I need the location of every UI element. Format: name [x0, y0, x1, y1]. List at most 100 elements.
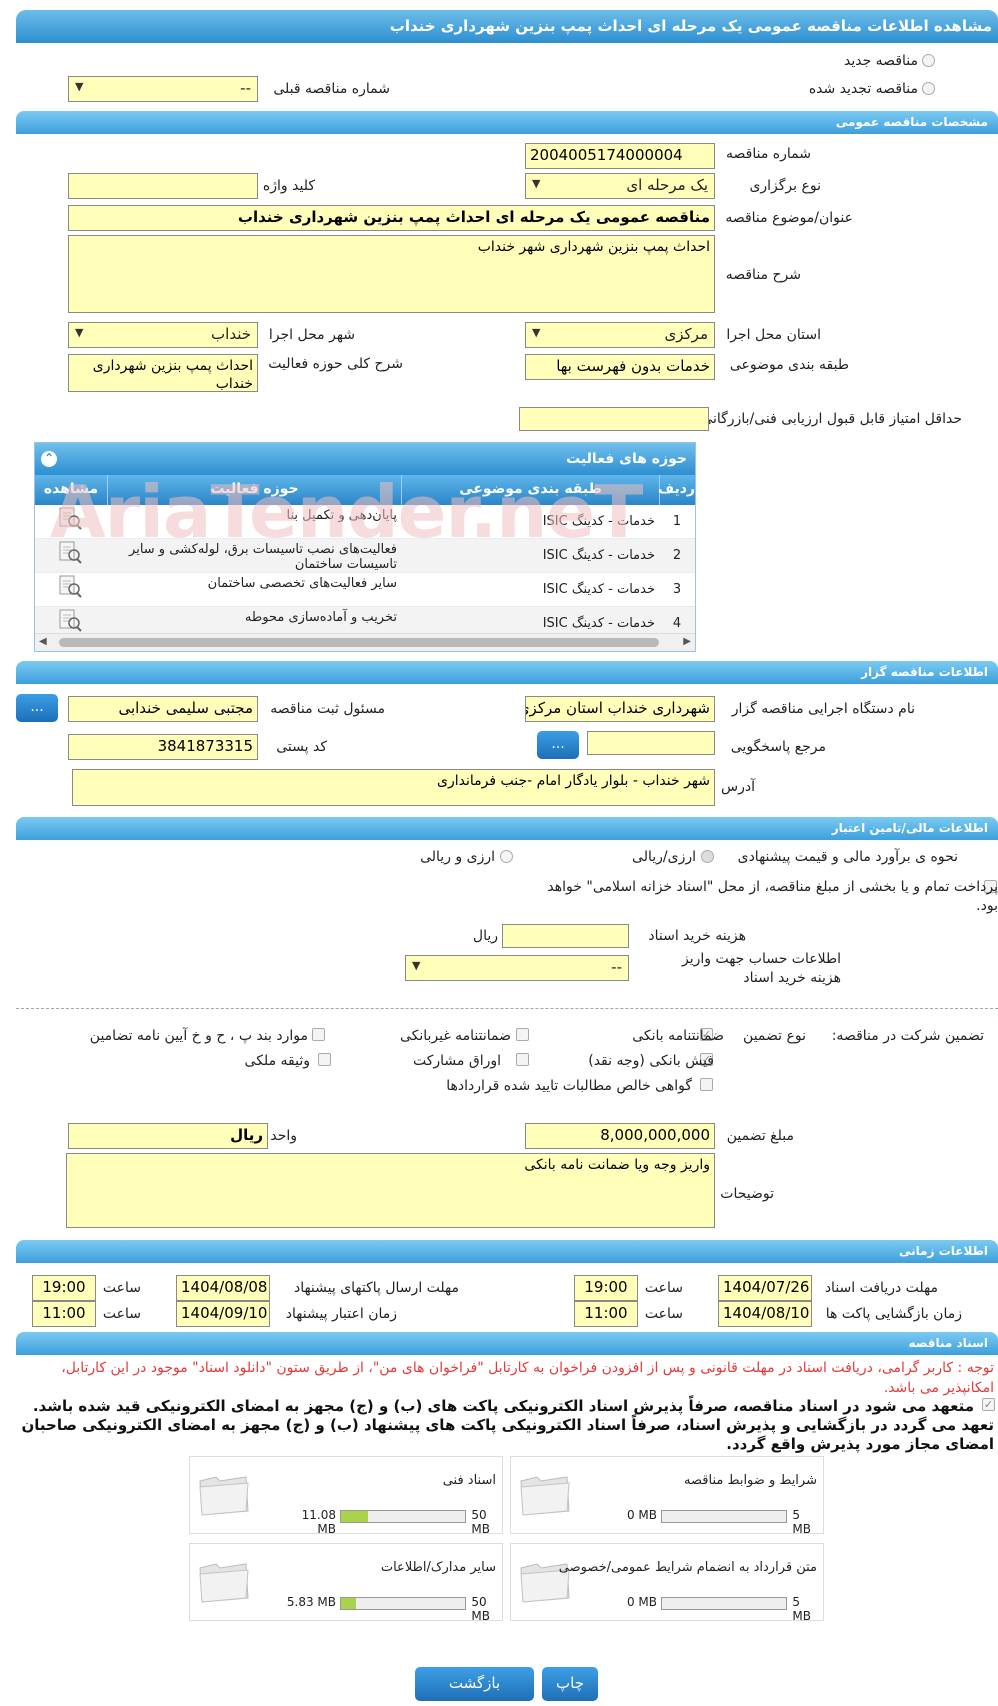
open-time-field[interactable]: 11:00 [574, 1301, 638, 1327]
city-select[interactable]: خنداب ▼ [68, 322, 258, 348]
doc-tile[interactable]: سایر مدارک/اطلاعات 5.83 MB 50 MB [189, 1543, 503, 1623]
send-time-field[interactable]: 19:00 [32, 1275, 96, 1301]
new-tender-radio[interactable] [922, 54, 935, 67]
guarantee-amount-label: مبلغ تضمین [726, 1128, 794, 1144]
receive-time-field[interactable]: 19:00 [574, 1275, 638, 1301]
doc-tile[interactable]: متن قرارداد به انضمام شرایط عمومی/خصوصی 0… [510, 1543, 824, 1623]
treasury-text: پرداخت تمام و یا بخشی از مبلغ مناقصه، از… [547, 879, 998, 914]
bank-receipt-label: فیش بانکی (وجه نقد) [588, 1053, 714, 1069]
doc-name: متن قرارداد به انضمام شرایط عمومی/خصوصی [558, 1560, 817, 1575]
grid-scrollbar[interactable]: ◀ ▶ [35, 633, 695, 651]
tender-number-field[interactable]: 2004005174000004 [525, 143, 715, 169]
non-bank-guarantee-checkbox[interactable] [516, 1028, 529, 1041]
row-number: 2 [672, 548, 682, 563]
doc-name: اسناد فنی [442, 1473, 496, 1488]
scope-field[interactable]: احداث پمپ بنزین شهرداری خنداب [68, 354, 258, 392]
province-label: استان محل اجرا [726, 327, 821, 343]
send-time-label: ساعت [102, 1280, 141, 1296]
organizer-name-field[interactable]: شهرداری خنداب استان مرکزی [525, 696, 715, 722]
registrar-lookup-button[interactable]: ... [16, 694, 58, 722]
doc-usage-fill [341, 1511, 369, 1522]
account-select[interactable]: -- ▼ [405, 955, 629, 981]
doc-max: 5 MB [792, 1595, 811, 1623]
view-icon[interactable] [45, 539, 95, 573]
prev-tender-select[interactable]: -- ▼ [68, 76, 258, 102]
keyword-field[interactable] [68, 173, 258, 199]
property-bond-checkbox[interactable] [318, 1053, 331, 1066]
scroll-left-icon[interactable]: ◀ [39, 636, 47, 647]
col-field: حوزه فعالیت [107, 475, 401, 505]
both-option-radio[interactable] [500, 850, 513, 863]
holding-type-select[interactable]: یک مرحله ای ▼ [525, 173, 715, 199]
address-label: آدرس [721, 779, 755, 795]
activities-grid-body: 1 خدمات - کدینگ ISIC پایان‌دهی و تکمیل بنا… [35, 505, 695, 641]
non-bank-guarantee-label: ضمانتنامه غیربانکی [399, 1028, 511, 1044]
open-date-field[interactable]: 1404/08/10 [718, 1301, 812, 1327]
tender-number-label: شماره مناقصه [726, 146, 811, 162]
address-field[interactable]: شهر خنداب - بلوار یادگار امام -جنب فرمان… [72, 769, 715, 806]
registrar-field[interactable]: مجتبی سلیمی خندابی [68, 696, 258, 722]
province-select[interactable]: مرکزی ▼ [525, 322, 715, 348]
activities-grid: حوزه های فعالیت ⌃ ردیف طبقه بندی موضوعی … [34, 442, 696, 652]
collapse-icon[interactable]: ⌃ [41, 451, 57, 467]
clauses-label: موارد بند پ ، ح و خ آیین نامه تضامین [89, 1028, 308, 1044]
validity-date-field[interactable]: 1404/09/10 [176, 1301, 270, 1327]
doc-name: سایر مدارک/اطلاعات [380, 1560, 496, 1575]
validity-label: زمان اعتبار پیشنهاد [285, 1306, 397, 1322]
guarantee-type-label: نوع تضمین [743, 1028, 806, 1044]
reference-lookup-button[interactable]: ... [537, 731, 579, 759]
doc-tile[interactable]: شرایط و ضوابط مناقصه 0 MB 5 MB [510, 1456, 824, 1536]
doc-max: 5 MB [792, 1508, 811, 1536]
view-icon[interactable] [45, 505, 95, 539]
subject-field[interactable]: مناقصه عمومی یک مرحله ای احداث پمپ بنزین… [68, 205, 715, 231]
back-button[interactable]: بازگشت [415, 1667, 534, 1701]
description-field[interactable]: احداث پمپ بنزین شهرداری شهر خنداب [68, 235, 715, 313]
rial-option-radio[interactable] [701, 850, 714, 863]
notes-field[interactable]: واریز وجه ویا ضمانت نامه بانکی [66, 1153, 715, 1228]
scroll-right-icon[interactable]: ▶ [683, 636, 691, 647]
doc-tile[interactable]: اسناد فنی 11.08 MB 50 MB [189, 1456, 503, 1536]
receive-time-label: ساعت [644, 1280, 683, 1296]
participation-bonds-checkbox[interactable] [516, 1053, 529, 1066]
folder-icon [520, 1476, 570, 1516]
prev-tender-label: شماره مناقصه قبلی [273, 81, 390, 97]
category-field[interactable]: خدمات بدون فهرست بها [525, 354, 715, 380]
doc-usage-bar [340, 1510, 466, 1523]
row-number: 1 [672, 514, 682, 529]
row-field: فعالیت‌های نصب تاسیسات برق، لوله‌کشی و س… [129, 542, 397, 572]
contract-claims-checkbox[interactable] [700, 1078, 713, 1091]
scroll-thumb[interactable] [59, 638, 659, 647]
estimate-label: نحوه ی برآورد مالی و قیمت پیشنهادی [737, 849, 958, 865]
folder-icon [199, 1563, 249, 1603]
col-view: مشاهده [43, 481, 99, 497]
col-row: ردیف [658, 475, 695, 505]
min-score-field[interactable] [519, 407, 709, 431]
subject-label: عنوان/موضوع مناقصه [725, 210, 853, 226]
doc-used: 0 MB [626, 1595, 657, 1609]
view-icon[interactable] [45, 573, 95, 607]
reference-field[interactable] [587, 731, 715, 755]
page-title: مشاهده اطلاعات مناقصه عمومی یک مرحله ای … [16, 10, 998, 43]
postal-code-field[interactable]: 3841873315 [68, 734, 258, 760]
doc-name: شرایط و ضوابط مناقصه [684, 1473, 817, 1488]
row-category: خدمات - کدینگ ISIC [542, 548, 655, 563]
receive-date-field[interactable]: 1404/07/26 [718, 1275, 812, 1301]
doc-used: 11.08 MB [301, 1508, 336, 1536]
print-button[interactable]: چاپ [542, 1667, 598, 1701]
clauses-checkbox[interactable] [312, 1028, 325, 1041]
doc-cost-field[interactable] [502, 924, 629, 948]
description-label: شرح مناقصه [725, 267, 801, 283]
property-bond-label: وثیقه ملکی [244, 1053, 310, 1069]
renewed-tender-radio[interactable] [922, 82, 935, 95]
validity-time-field[interactable]: 11:00 [32, 1301, 96, 1327]
chevron-down-icon: ▼ [75, 326, 84, 339]
guarantee-amount-field[interactable]: 8,000,000,000 [525, 1123, 715, 1149]
city-label: شهر محل اجرا [268, 327, 355, 343]
doc-usage-fill [341, 1598, 356, 1609]
table-row: 3 خدمات - کدینگ ISIC سایر فعالیت‌های تخصصی… [35, 573, 695, 607]
table-row: 1 خدمات - کدینگ ISIC پایان‌دهی و تکمیل بنا [35, 505, 695, 539]
send-date-field[interactable]: 1404/08/08 [176, 1275, 270, 1301]
currency-field[interactable]: ریال [68, 1123, 268, 1149]
open-time-label: ساعت [644, 1306, 683, 1322]
reference-label: مرجع پاسخگویی [730, 739, 826, 755]
